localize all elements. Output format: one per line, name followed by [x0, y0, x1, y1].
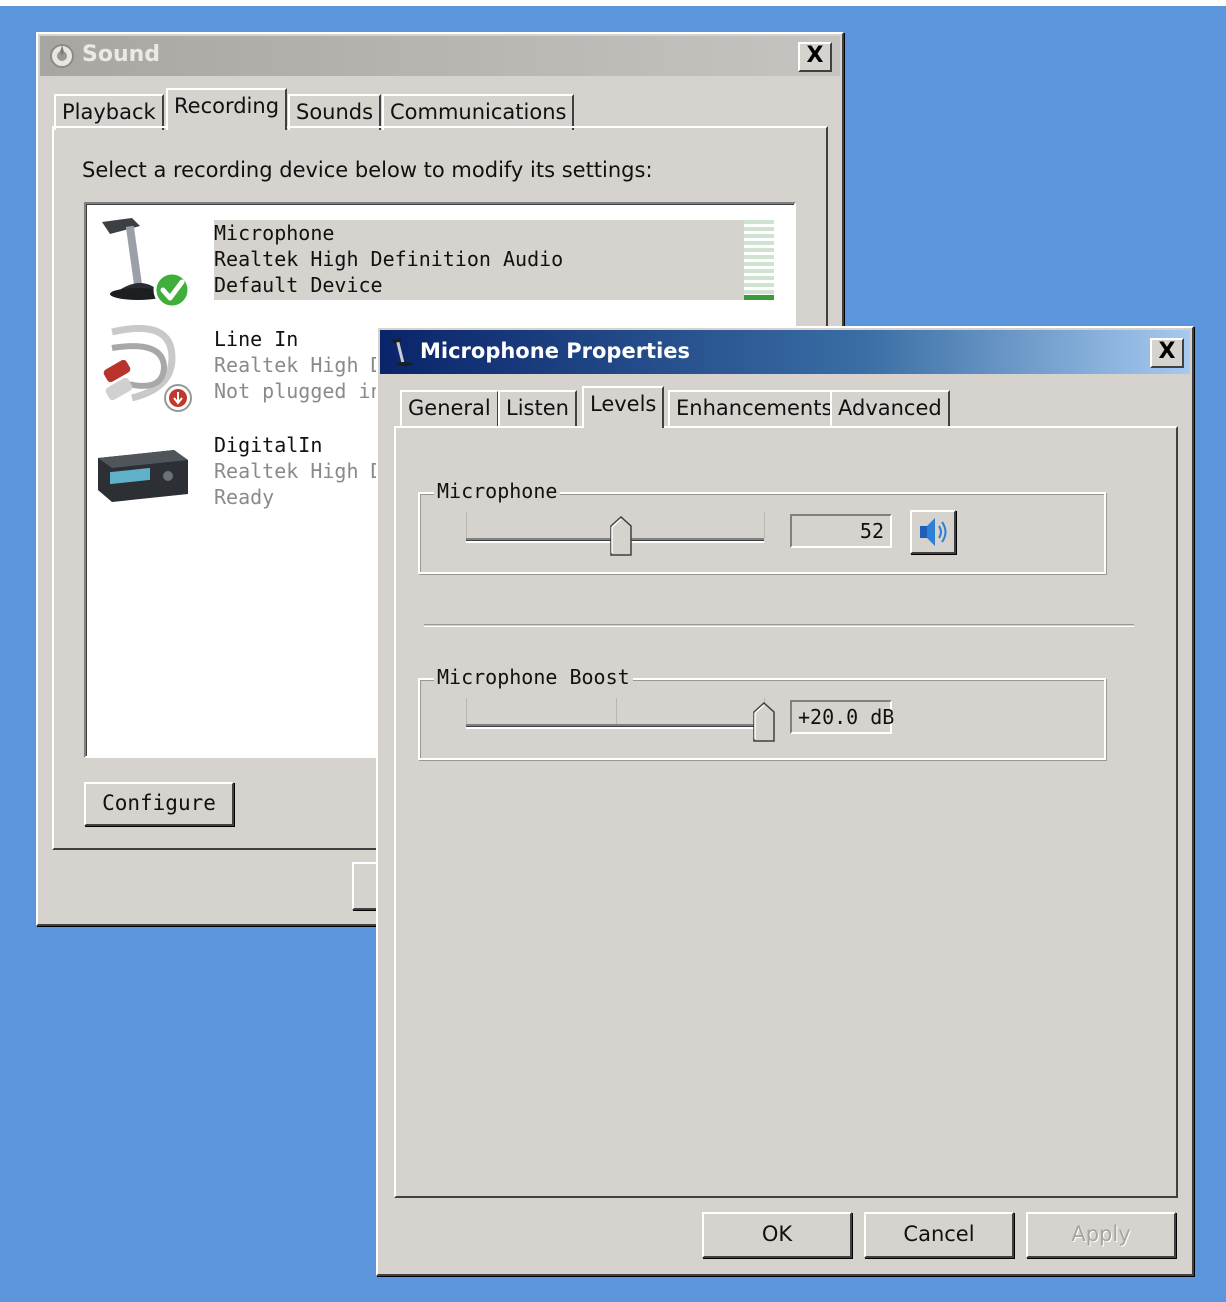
tab-listen[interactable]: Listen — [498, 390, 577, 426]
microphone-boost-group: Microphone Boost +20.0 dB — [418, 665, 1106, 760]
tab-communications[interactable]: Communications — [382, 94, 575, 130]
tab-enhancements[interactable]: Enhancements — [668, 390, 841, 426]
mic-properties-titlebar[interactable]: Microphone Properties X — [380, 330, 1190, 374]
line-in-cable-icon — [103, 324, 192, 412]
microphone-level-value[interactable]: 52 — [790, 514, 892, 548]
microphone-boost-value[interactable]: +20.0 dB — [790, 700, 894, 734]
screen-top-strip — [0, 0, 1226, 6]
sound-titlebar[interactable]: Sound X — [40, 36, 840, 76]
microphone-level-slider-thumb[interactable] — [610, 516, 632, 556]
device-texts-microphone: Microphone Realtek High Definition Audio… — [214, 220, 754, 300]
mic-properties-title: Microphone Properties — [420, 339, 691, 363]
device-driver: Realtek High Definition Audio — [214, 247, 564, 271]
microphone-icon — [392, 338, 412, 366]
device-row-microphone[interactable]: Microphone Realtek High Definition Audio… — [86, 208, 786, 314]
microphone-boost-group-label: Microphone Boost — [434, 665, 633, 689]
tab-recording[interactable]: Recording — [166, 88, 288, 130]
tab-playback[interactable]: Playback — [54, 94, 164, 130]
slider-tick — [466, 698, 467, 724]
tab-advanced[interactable]: Advanced — [830, 390, 950, 426]
ok-button[interactable]: OK — [702, 1212, 852, 1258]
microphone-icon — [102, 218, 191, 309]
apply-button[interactable]: Apply — [1026, 1212, 1176, 1258]
slider-tick — [466, 512, 467, 538]
digital-in-device-icon — [98, 450, 188, 502]
mute-toggle-button[interactable] — [910, 510, 956, 554]
tab-levels[interactable]: Levels — [582, 386, 665, 428]
instruction-text: Select a recording device below to modif… — [82, 158, 653, 182]
mic-properties-close-button[interactable]: X — [1150, 338, 1184, 368]
input-level-meter — [744, 220, 774, 300]
speaker-icon — [920, 518, 947, 546]
microphone-group-label: Microphone — [434, 479, 561, 503]
sound-close-button[interactable]: X — [798, 42, 832, 72]
tab-general[interactable]: General — [400, 390, 499, 426]
microphone-properties-window: Microphone Properties X General Listen L… — [376, 326, 1194, 1276]
sound-icon — [50, 44, 74, 68]
device-status: Default Device — [214, 273, 383, 297]
slider-tick — [616, 698, 617, 724]
sound-window-title: Sound — [82, 42, 161, 67]
device-name: Microphone — [214, 221, 335, 245]
microphone-boost-slider-track[interactable] — [466, 724, 764, 729]
group-separator — [424, 624, 1134, 627]
microphone-level-group: Microphone 52 — [418, 479, 1106, 574]
slider-tick — [764, 512, 765, 538]
cancel-button[interactable]: Cancel — [864, 1212, 1014, 1258]
configure-button[interactable]: Configure — [84, 782, 234, 826]
microphone-boost-slider-thumb[interactable] — [753, 702, 775, 742]
tab-sounds[interactable]: Sounds — [288, 94, 382, 130]
